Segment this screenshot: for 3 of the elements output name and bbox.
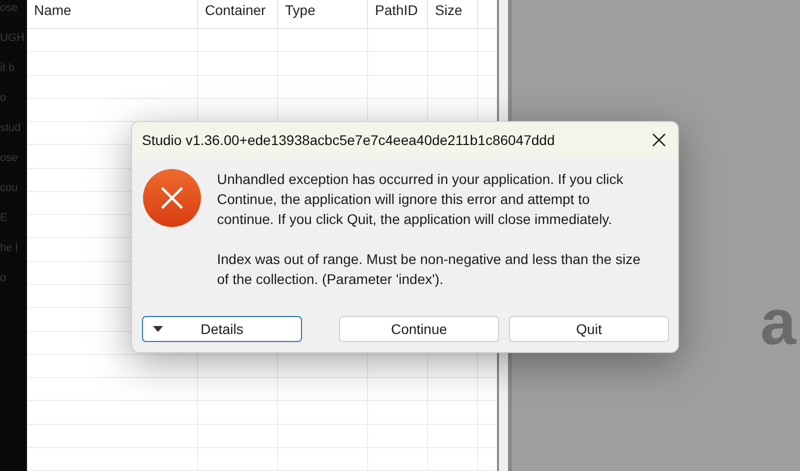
- error-message: Index was out of range. Must be non-negative and less than the size of the collection. (Parameter 'index').: [217, 250, 642, 289]
- window-title: Studio v1.36.00+ede13938acbc5e7e7c4eea40de211b1c86047ddd: [142, 130, 555, 150]
- error-message: Unhandled exception has occurred in your application. If you click Continue, the application will ignore this error and attempt to continue. If you click Quit, the application will close immediately.: [217, 170, 624, 229]
